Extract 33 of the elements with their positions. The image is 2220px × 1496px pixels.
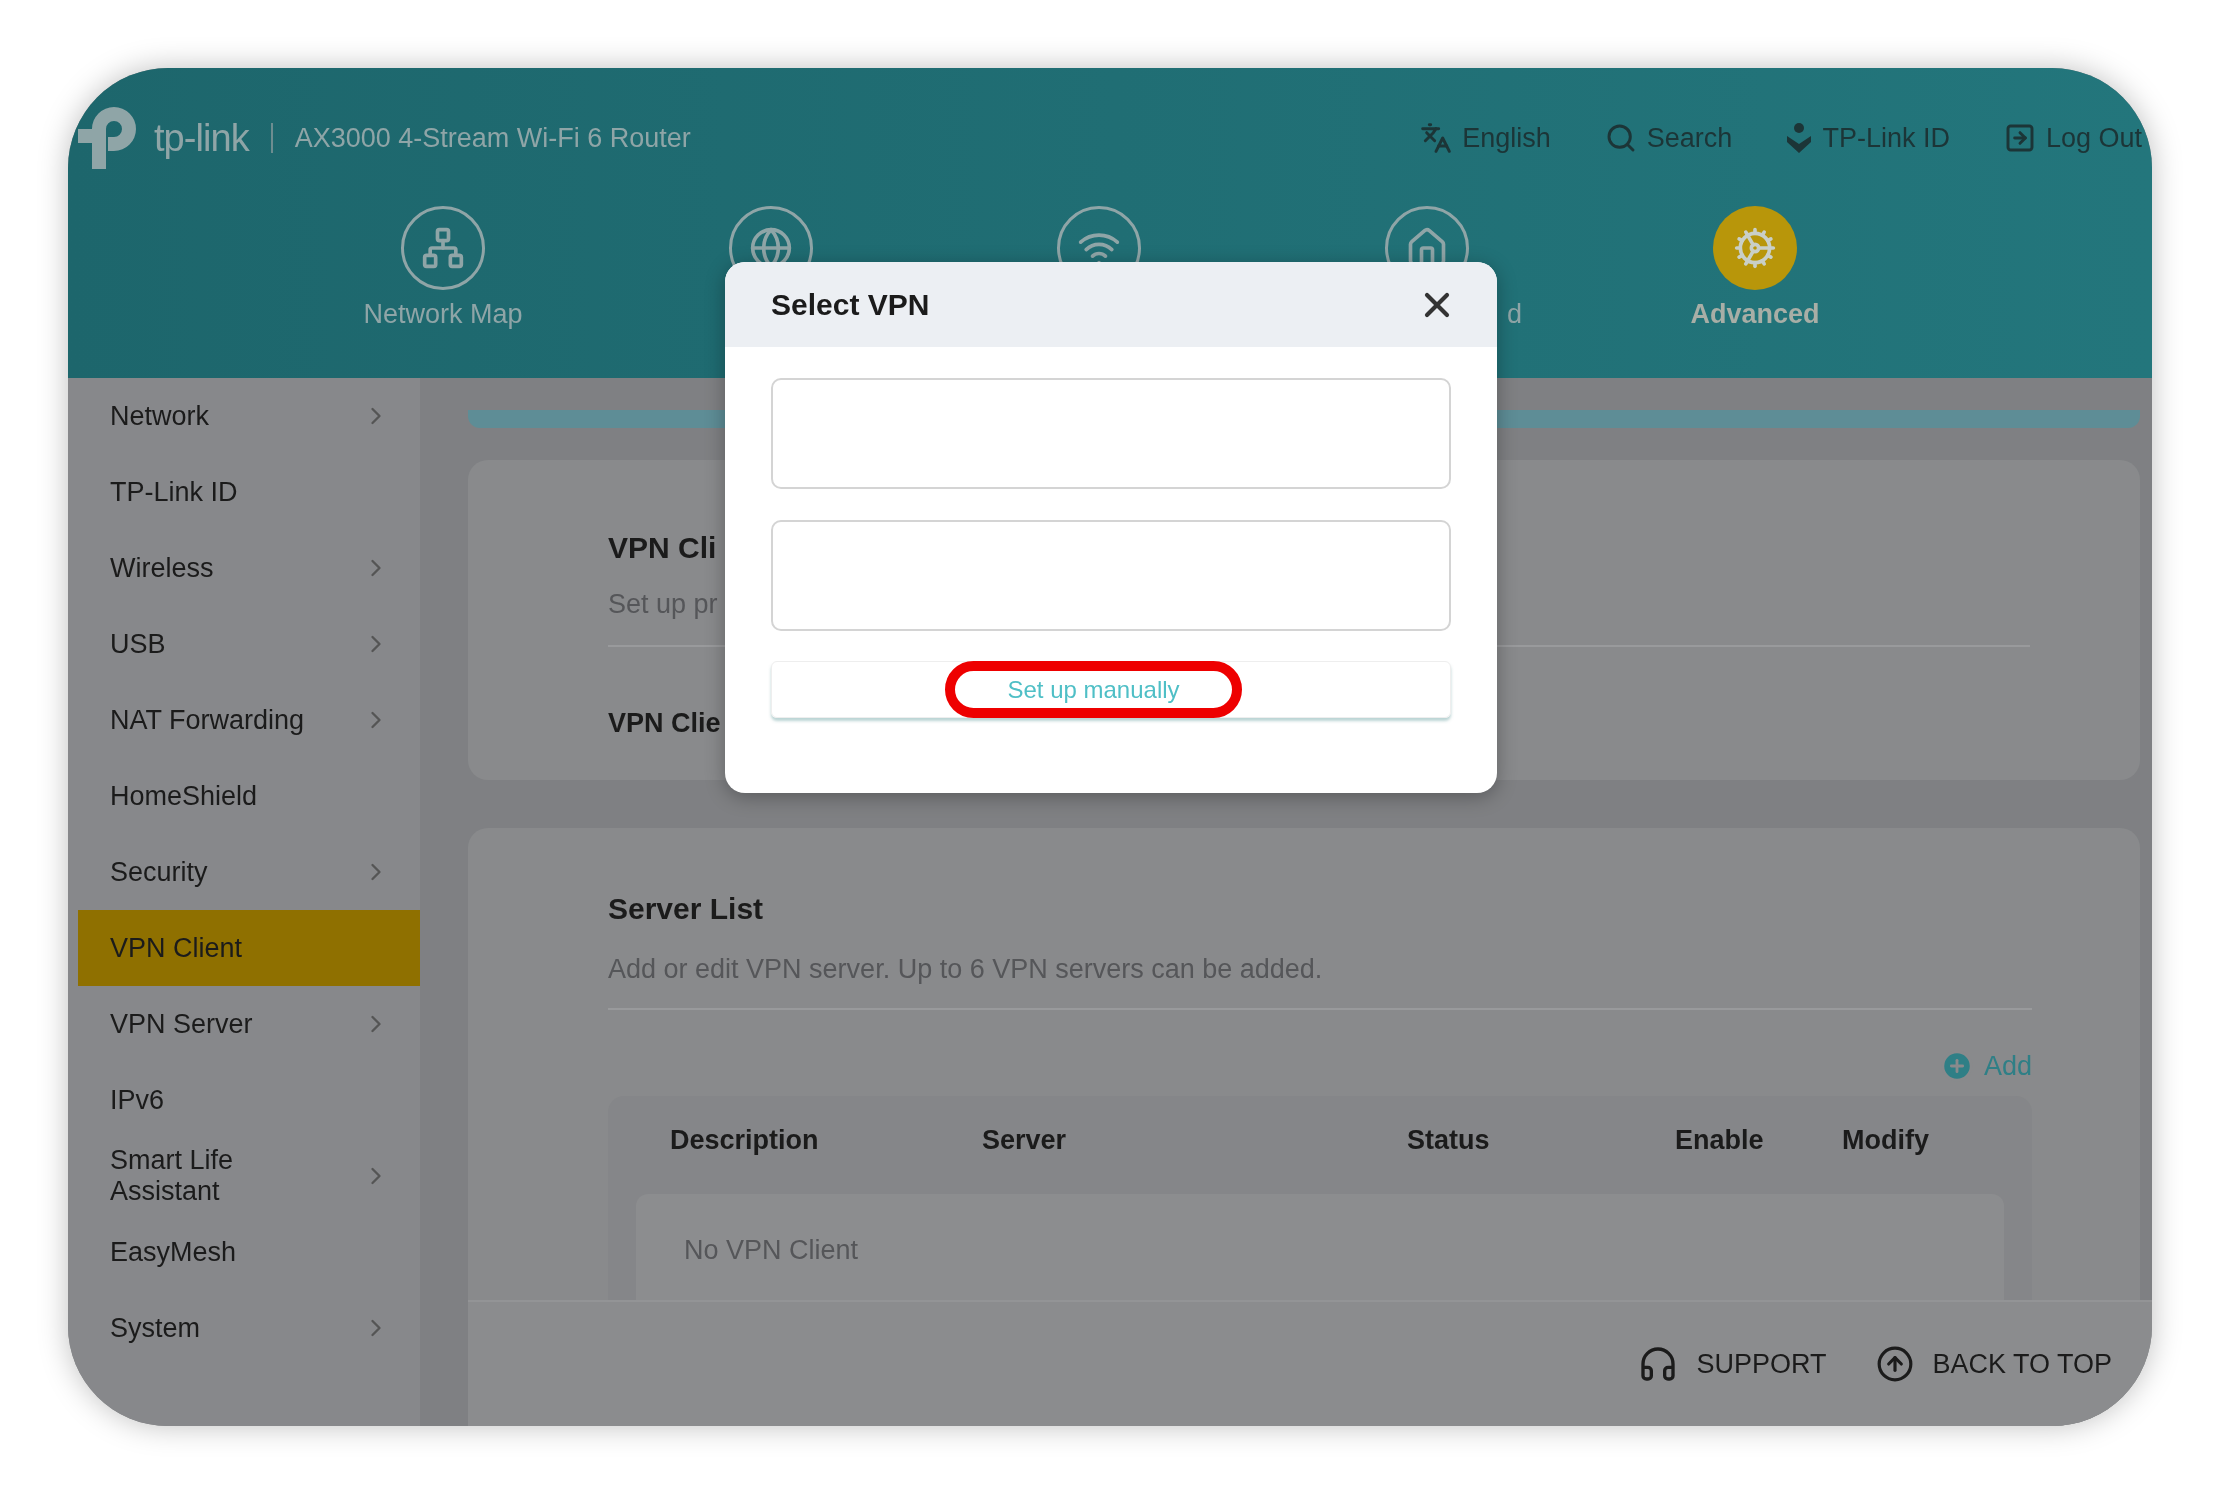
card-title: VPN Cli <box>608 530 718 566</box>
arrow-up-icon <box>1876 1345 1915 1383</box>
sidebar-item[interactable]: HomeShield <box>78 758 420 834</box>
sidebar-item[interactable]: EasyMesh <box>78 1214 420 1290</box>
nav-tab[interactable]: Advanced <box>1660 293 1850 335</box>
network-map-icon[interactable] <box>401 206 485 290</box>
card-title: Server List <box>608 891 765 927</box>
sidebar-item[interactable]: Smart Life Assistant <box>78 1138 420 1214</box>
sidebar-item[interactable]: System <box>78 1290 420 1366</box>
sidebar-item[interactable]: TP-Link ID <box>78 454 420 530</box>
sidebar-item[interactable]: Wireless <box>78 530 420 606</box>
dialog-title: Select VPN <box>771 287 930 323</box>
column-header: Description <box>670 1123 820 1157</box>
column-header: Server <box>982 1123 1068 1157</box>
column-header: Enable <box>1675 1123 1765 1157</box>
sidebar-item[interactable]: Security <box>78 834 420 910</box>
product-name: AX3000 4-Stream Wi-Fi 6 Router <box>294 121 691 155</box>
back-to-top-link[interactable]: BACK TO TOP <box>1876 1343 2112 1385</box>
language-icon <box>1420 122 1453 154</box>
person-icon <box>1786 122 1813 154</box>
sidebar-item[interactable]: VPN Server <box>78 986 420 1062</box>
field-label: VPN Clie <box>608 706 722 740</box>
sidebar-item[interactable]: IPv6 <box>78 1062 420 1138</box>
header-link[interactable]: Log Out <box>2003 117 2142 159</box>
column-header: Modify <box>1842 1123 1929 1157</box>
support-link[interactable]: SUPPORT <box>1638 1343 1827 1385</box>
nav-tab[interactable]: Network Map <box>348 293 538 335</box>
sidebar-item[interactable]: VPN Client <box>78 910 420 986</box>
sidebar-item[interactable]: USB <box>78 606 420 682</box>
sidebar-item[interactable]: Network <box>78 378 420 454</box>
column-header: Status <box>1407 1123 1491 1157</box>
sidebar-item[interactable]: NAT Forwarding <box>78 682 420 758</box>
brand-name: tp-link <box>154 115 249 161</box>
